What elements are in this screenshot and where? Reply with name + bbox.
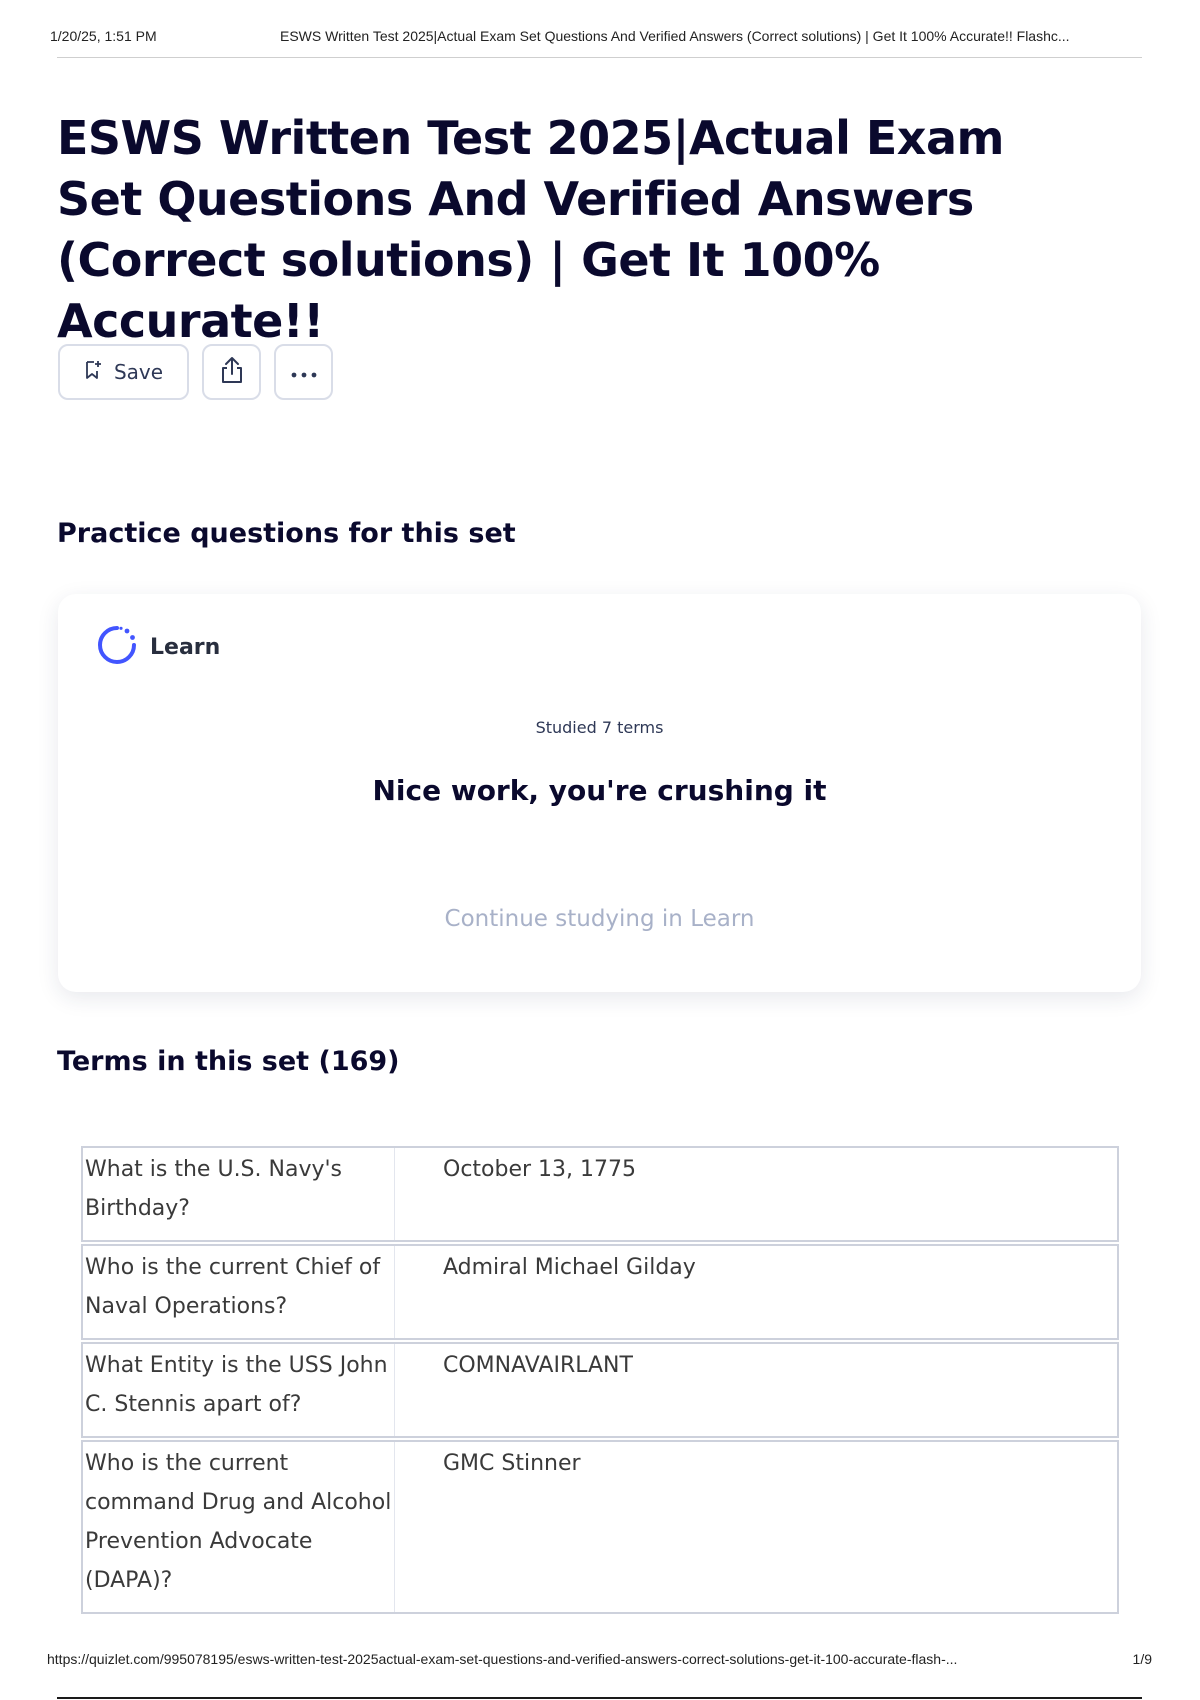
- save-button[interactable]: Save: [58, 344, 189, 400]
- print-footer: https://quizlet.com/995078195/esws-writt…: [47, 1651, 1152, 1667]
- footer-divider: [57, 1697, 1142, 1699]
- term-row: What is the U.S. Navy's Birthday? Octobe…: [81, 1146, 1119, 1242]
- term-row: Who is the current command Drug and Alco…: [81, 1440, 1119, 1614]
- action-bar: Save: [58, 344, 333, 400]
- more-options-icon: [289, 360, 319, 384]
- save-label: Save: [113, 360, 164, 384]
- learn-mode-icon: [96, 624, 138, 671]
- term-row: Who is the current Chief of Naval Operat…: [81, 1244, 1119, 1340]
- header-divider: [57, 57, 1142, 58]
- term-row: What Entity is the USS John C. Stennis a…: [81, 1342, 1119, 1438]
- page-number: 1/9: [1132, 1651, 1152, 1667]
- practice-section-title: Practice questions for this set: [57, 518, 516, 549]
- print-document-title: ESWS Written Test 2025|Actual Exam Set Q…: [280, 28, 1070, 44]
- term-question: Who is the current Chief of Naval Operat…: [83, 1246, 395, 1338]
- term-question: What is the U.S. Navy's Birthday?: [83, 1148, 395, 1240]
- continue-learn-link[interactable]: Continue studying in Learn: [58, 906, 1141, 932]
- more-options-button[interactable]: [274, 344, 333, 400]
- term-question: Who is the current command Drug and Alco…: [83, 1442, 395, 1612]
- print-header: 1/20/25, 1:51 PM ESWS Written Test 2025|…: [50, 28, 1142, 44]
- share-button[interactable]: [202, 344, 261, 400]
- learn-header: Learn: [96, 624, 220, 671]
- share-icon: [218, 355, 246, 390]
- print-timestamp: 1/20/25, 1:51 PM: [50, 28, 157, 44]
- progress-message: Nice work, you're crushing it: [372, 774, 827, 807]
- bookmark-add-icon: [84, 360, 102, 385]
- learn-label: Learn: [150, 635, 221, 660]
- term-answer: Admiral Michael Gilday: [443, 1255, 696, 1280]
- studied-count: Studied 7 terms: [535, 718, 664, 737]
- terms-section-title: Terms in this set (169): [57, 1046, 400, 1077]
- term-question: What Entity is the USS John C. Stennis a…: [83, 1344, 395, 1436]
- term-answer: GMC Stinner: [443, 1451, 581, 1476]
- term-answer: October 13, 1775: [443, 1157, 637, 1182]
- terms-list: What is the U.S. Navy's Birthday? Octobe…: [81, 1146, 1119, 1616]
- term-answer: COMNAVAIRLANT: [443, 1353, 633, 1378]
- learn-card: Learn Studied 7 terms Nice work, you're …: [58, 594, 1141, 992]
- print-url: https://quizlet.com/995078195/esws-writt…: [47, 1651, 958, 1667]
- page-title: ESWS Written Test 2025|Actual Exam Set Q…: [57, 111, 1004, 348]
